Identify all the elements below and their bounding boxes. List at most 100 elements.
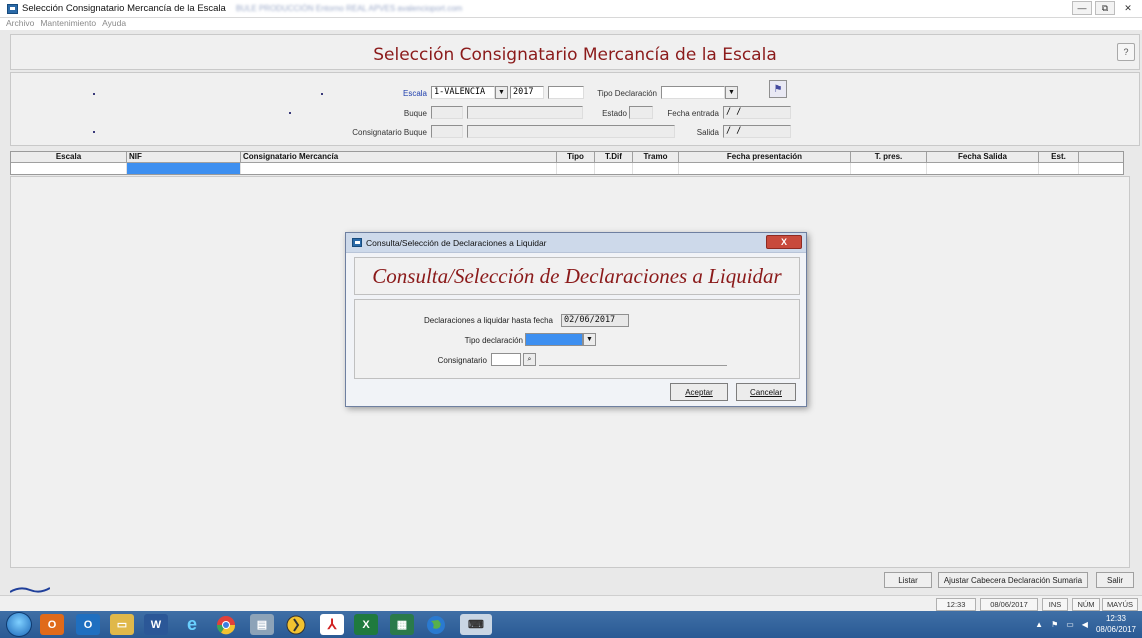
column-header-escala[interactable]: Escala: [11, 152, 127, 162]
acrobat-icon[interactable]: ⅄: [320, 614, 344, 635]
dialog-close-button[interactable]: X: [766, 235, 802, 249]
minimize-button[interactable]: —: [1072, 1, 1092, 15]
table-cell[interactable]: [927, 163, 1039, 174]
cancelar-button[interactable]: Cancelar: [736, 383, 796, 401]
table-cell[interactable]: [633, 163, 679, 174]
table-cell[interactable]: [557, 163, 595, 174]
column-header-tramo[interactable]: Tramo: [633, 152, 679, 162]
ie-icon[interactable]: e: [180, 614, 204, 635]
chrome-icon[interactable]: [214, 614, 238, 635]
tool-icon[interactable]: ⌨: [460, 614, 492, 635]
column-header-tdif[interactable]: T.Dif: [595, 152, 633, 162]
outlook-icon[interactable]: O: [76, 614, 100, 635]
excel-icon[interactable]: X: [354, 614, 378, 635]
column-header-tipo[interactable]: Tipo: [557, 152, 595, 162]
word-icon[interactable]: W: [144, 614, 168, 635]
declaraciones-dialog: Consulta/Selección de Declaraciones a Li…: [345, 232, 807, 407]
column-header-fecha-salida[interactable]: Fecha Salida: [927, 152, 1039, 162]
window-titlebar: Selección Consignatario Mercancía de la …: [0, 0, 1142, 18]
year-field[interactable]: 2017: [510, 86, 544, 99]
menu-mantenimiento[interactable]: Mantenimiento: [40, 18, 96, 30]
window-title: Selección Consignatario Mercancía de la …: [22, 3, 226, 14]
tipo-declaracion-label: Tipo declaración: [464, 336, 523, 345]
column-header-fecha-presentacion[interactable]: Fecha presentación: [679, 152, 851, 162]
salida-field: / /: [723, 125, 791, 138]
dialog-app-icon: [352, 238, 362, 247]
fecha-label: Declaraciones a liquidar hasta fecha: [424, 316, 553, 325]
window-title-extra: BULE PRODUCCIÓN Entorno REAL APVES avale…: [235, 4, 463, 13]
window-controls: — ⧉ ✕: [1072, 1, 1138, 15]
estado-field: [629, 106, 653, 119]
status-num: NÚM: [1072, 598, 1100, 611]
buque-code-field[interactable]: [431, 106, 463, 119]
menu-archivo[interactable]: Archivo: [6, 18, 34, 30]
consignatario-buque-label: Consignatario Buque: [352, 128, 427, 137]
status-mayus: MAYÚS: [1102, 598, 1138, 611]
table-cell[interactable]: [241, 163, 557, 174]
explorer-icon[interactable]: ▭: [110, 614, 134, 635]
close-button[interactable]: ✕: [1118, 1, 1138, 15]
fecha-entrada-label: Fecha entrada: [667, 109, 719, 118]
tipo-declaracion-label: Tipo Declaración: [597, 89, 657, 98]
search-wand-button[interactable]: ⚑: [769, 80, 787, 98]
restore-button[interactable]: ⧉: [1095, 1, 1115, 15]
buque-name-field: [467, 106, 583, 119]
escala-label: Escala: [402, 89, 427, 98]
consignatario-buque-name-field: [467, 125, 675, 138]
column-header-est[interactable]: Est.: [1039, 152, 1079, 162]
marker-dot: [289, 112, 291, 114]
menu-ayuda[interactable]: Ayuda: [102, 18, 126, 30]
column-header-t-pres[interactable]: T. pres.: [851, 152, 927, 162]
office-icon[interactable]: O: [40, 614, 64, 635]
column-header-nif[interactable]: NIF: [127, 152, 241, 162]
app-icon: [7, 3, 18, 14]
marker-dot: [93, 93, 95, 95]
start-button[interactable]: [6, 612, 32, 637]
table-cell[interactable]: [11, 163, 127, 174]
tipo-declaracion-select[interactable]: [525, 333, 583, 346]
calc-icon[interactable]: ▦: [390, 614, 414, 635]
table-cell[interactable]: [679, 163, 851, 174]
header-panel: Selección Consignatario Mercancía de la …: [10, 34, 1140, 70]
status-date: 08/06/2017: [980, 598, 1038, 611]
fecha-field[interactable]: 02/06/2017: [561, 314, 629, 327]
marker-dot: [321, 93, 323, 95]
escala-dropdown-icon[interactable]: ▼: [495, 86, 508, 99]
status-bar: 12:33 08/06/2017 INS NÚM MAYÚS: [0, 595, 1142, 611]
wand-icon: ⚑: [773, 83, 783, 95]
salida-label: Salida: [696, 128, 719, 137]
salir-button[interactable]: Salir: [1096, 572, 1134, 588]
notepad-icon[interactable]: ▤: [250, 614, 274, 635]
estado-label: Estado: [602, 109, 627, 118]
escala-extra-field[interactable]: [548, 86, 584, 99]
globe-icon[interactable]: [424, 614, 448, 635]
tipo-declaracion-dropdown-icon[interactable]: ▼: [725, 86, 738, 99]
taskbar: O O ▭ W e ▤ ⅄ X ▦ ⌨ ▲ ⚑ ▭ ◀ 12:33 08/06/…: [0, 611, 1142, 638]
ajustar-cabecera-button[interactable]: Ajustar Cabecera Declaración Sumaria: [938, 572, 1088, 588]
search-icon[interactable]: ⌕: [523, 353, 536, 366]
help-button[interactable]: ?: [1117, 43, 1135, 61]
table-header: Escala NIF Consignatario Mercancía Tipo …: [11, 152, 1123, 163]
tipo-declaracion-select[interactable]: [661, 86, 725, 99]
table-cell[interactable]: [851, 163, 927, 174]
consignatario-code-field[interactable]: [491, 353, 521, 366]
table-cell-selected[interactable]: [127, 163, 241, 174]
escala-select[interactable]: 1-VALENCIA: [431, 86, 495, 99]
consignatario-buque-code-field[interactable]: [431, 125, 463, 138]
dialog-form: Declaraciones a liquidar hasta fecha 02/…: [354, 299, 800, 379]
buque-label: Buque: [403, 109, 427, 118]
tray-arrow-icon[interactable]: ▲: [1035, 620, 1043, 629]
table-row[interactable]: [11, 163, 1123, 174]
flag-icon[interactable]: ⚑: [1051, 620, 1058, 629]
table-cell[interactable]: [595, 163, 633, 174]
tipo-dropdown-icon[interactable]: ▼: [583, 333, 596, 346]
volume-icon[interactable]: ◀: [1082, 620, 1088, 629]
aceptar-button[interactable]: Aceptar: [670, 383, 728, 401]
network-icon[interactable]: ▭: [1066, 620, 1074, 629]
listar-button[interactable]: Listar: [884, 572, 932, 588]
consignatarios-table: Escala NIF Consignatario Mercancía Tipo …: [10, 151, 1124, 175]
table-cell[interactable]: [1039, 163, 1079, 174]
app-icon[interactable]: [284, 614, 308, 635]
taskbar-clock[interactable]: 12:33 08/06/2017: [1096, 613, 1136, 635]
column-header-consignatario[interactable]: Consignatario Mercancía: [241, 152, 557, 162]
